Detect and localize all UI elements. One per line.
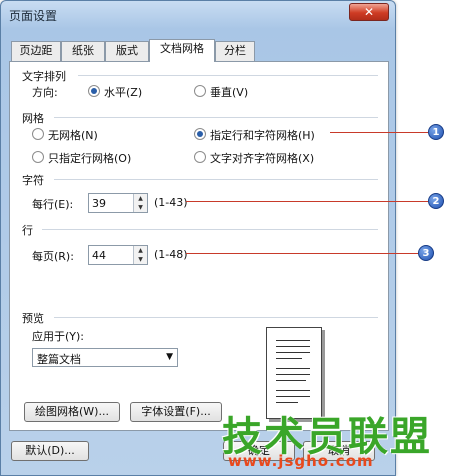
line-grid-only-label[interactable]: 只指定行网格(O)	[48, 150, 131, 166]
close-button[interactable]: ✕	[349, 3, 389, 21]
chars-per-line-spinner[interactable]: 39 ▲ ▼	[88, 193, 148, 213]
preview-text-line	[276, 374, 310, 375]
callout-1: 1	[428, 124, 444, 140]
divider	[42, 229, 378, 230]
apply-to-label: 应用于(Y):	[32, 330, 85, 343]
tab-columns[interactable]: 分栏	[215, 41, 255, 61]
callout-2: 2	[428, 193, 444, 209]
text-direction-heading: 文字排列	[22, 70, 66, 83]
watermark-url: www.jsgho.com	[228, 452, 374, 470]
callout-line-3	[186, 253, 418, 254]
tab-margins[interactable]: 页边距	[11, 41, 61, 61]
vertical-radio[interactable]	[194, 85, 206, 97]
preview-text-line	[276, 390, 310, 391]
snap-to-char-grid-label[interactable]: 文字对齐字符网格(X)	[210, 150, 314, 166]
divider	[54, 117, 378, 118]
lines-per-page-label: 每页(R):	[32, 250, 74, 263]
preview-text-line	[276, 358, 302, 359]
preview-heading: 预览	[22, 312, 44, 325]
chars-range: (1-43)	[154, 196, 188, 209]
callout-line-1	[330, 132, 428, 133]
lines-heading: 行	[22, 224, 33, 237]
chevron-down-icon[interactable]: ▼	[166, 352, 173, 362]
spinner-arrows-icon[interactable]: ▲ ▼	[133, 194, 147, 212]
horizontal-label[interactable]: 水平(Z)	[104, 84, 142, 100]
lines-range: (1-48)	[154, 248, 188, 261]
callout-3: 3	[418, 245, 434, 261]
title-bar: 页面设置 ✕	[1, 1, 395, 29]
chars-per-line-label: 每行(E):	[32, 198, 74, 211]
apply-to-value: 整篇文档	[37, 353, 81, 366]
preview-text-line	[276, 402, 298, 403]
vertical-label[interactable]: 垂直(V)	[210, 84, 248, 100]
preview-text-line	[276, 340, 310, 341]
chars-per-line-value[interactable]: 39	[92, 197, 106, 210]
preview-text-line	[276, 380, 306, 381]
tab-paper[interactable]: 纸张	[61, 41, 105, 61]
no-grid-radio[interactable]	[32, 128, 44, 140]
line-and-char-grid-radio[interactable]	[194, 128, 206, 140]
snap-to-char-grid-radio[interactable]	[194, 151, 206, 163]
spinner-arrows-icon[interactable]: ▲ ▼	[133, 246, 147, 264]
lines-per-page-spinner[interactable]: 44 ▲ ▼	[88, 245, 148, 265]
callout-line-2	[186, 201, 428, 202]
preview-text-line	[276, 396, 310, 397]
divider	[54, 179, 378, 180]
grid-heading: 网格	[22, 112, 44, 125]
preview-text-line	[276, 352, 310, 353]
no-grid-label[interactable]: 无网格(N)	[48, 127, 98, 143]
lines-per-page-value[interactable]: 44	[92, 249, 106, 262]
tab-document-grid[interactable]: 文档网格	[149, 39, 215, 62]
divider	[78, 75, 378, 76]
apply-to-select[interactable]: 整篇文档 ▼	[32, 348, 178, 367]
draw-grid-button[interactable]: 绘图网格(W)...	[24, 402, 120, 422]
preview-text-line	[276, 346, 310, 347]
font-settings-button[interactable]: 字体设置(F)...	[130, 402, 222, 422]
tab-layout[interactable]: 版式	[105, 41, 149, 61]
direction-label: 方向:	[32, 86, 58, 99]
default-button[interactable]: 默认(D)...	[11, 441, 89, 461]
characters-heading: 字符	[22, 174, 44, 187]
divider	[54, 317, 378, 318]
preview-text-line	[276, 368, 310, 369]
line-grid-only-radio[interactable]	[32, 151, 44, 163]
tab-panel: 文字排列 方向: 水平(Z) 垂直(V) 网格 无网格(N) 指定行和字符网格(…	[9, 61, 389, 431]
window-title: 页面设置	[9, 9, 58, 23]
line-and-char-grid-label[interactable]: 指定行和字符网格(H)	[210, 127, 315, 143]
horizontal-radio[interactable]	[88, 85, 100, 97]
